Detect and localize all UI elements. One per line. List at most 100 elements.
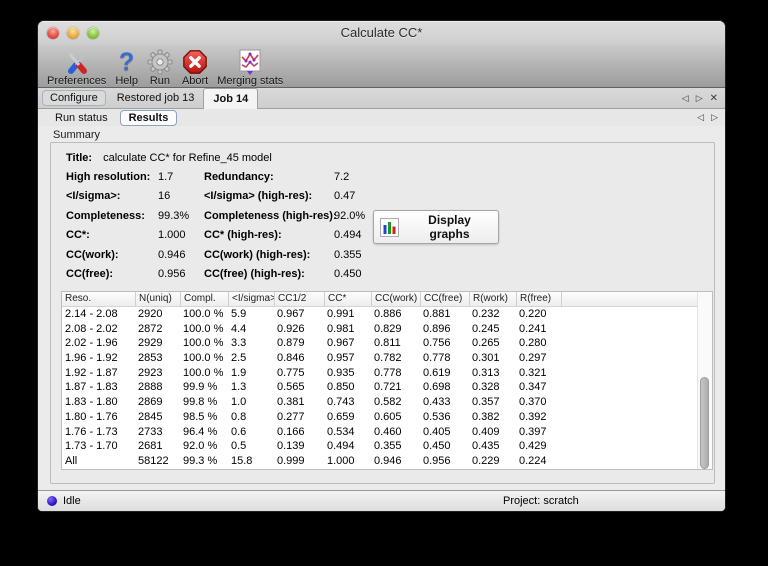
summary-label: Completeness: (66, 209, 145, 222)
column-header[interactable]: CC1/2 (274, 292, 324, 306)
table-cell: 1.73 - 1.70 (65, 440, 118, 453)
table-cell: 2733 (138, 425, 163, 438)
status-text: Idle (63, 495, 81, 507)
toolbar-item-label: Run (149, 75, 171, 87)
table-row[interactable]: 2.02 - 1.96 2929 100.0 % 3.3 0.879 0.967 0.811… (62, 336, 712, 351)
table-cell: 0.967 (277, 308, 305, 320)
summary-label: CC(work) (high-res): (204, 248, 311, 261)
column-header[interactable]: CC* (324, 292, 371, 306)
summary-value: 0.47 (334, 190, 356, 203)
zoom-window-button[interactable] (87, 27, 99, 39)
table-cell: 0.778 (423, 352, 451, 365)
scrollbar-thumb[interactable] (700, 377, 709, 469)
table-cell: 2872 (138, 322, 163, 335)
table-row[interactable]: 1.87 - 1.83 2888 99.9 % 1.3 0.565 0.850 0.721 0… (62, 380, 712, 395)
summary-label: CC(free): (66, 268, 114, 281)
table-cell: 0.382 (472, 410, 500, 423)
table-row[interactable]: 1.83 - 1.80 2869 99.8 % 1.0 0.381 0.743 0.582 0… (62, 395, 712, 410)
tab-scroll-right-icon[interactable]: ▷ (696, 93, 703, 103)
table-cell: 0.241 (519, 322, 547, 335)
table-row[interactable]: 1.76 - 1.73 2733 96.4 % 0.6 0.166 0.534 0.460 0… (62, 425, 712, 440)
table-cell: 1.000 (327, 454, 355, 467)
summary-grid: High resolution: 1.7 Redundancy: 7.2 <I/sigm… (66, 167, 365, 284)
table-cell: 2888 (138, 381, 163, 394)
table-cell: 0.935 (327, 366, 355, 379)
table-row[interactable]: 2.14 - 2.08 2920 100.0 % 5.9 0.967 0.991 0.886… (62, 307, 712, 322)
table-cell: 0.280 (519, 337, 547, 350)
table-cell: 0.956 (423, 454, 451, 467)
column-header[interactable]: Compl. (180, 292, 228, 306)
column-header[interactable]: CC(free) (420, 292, 469, 306)
close-window-button[interactable] (47, 27, 59, 39)
table-row[interactable]: 2.08 - 2.02 2872 100.0 % 4.4 0.926 0.981 0.829… (62, 322, 712, 337)
column-header[interactable]: R(work) (469, 292, 516, 306)
abort-button[interactable]: Abort (182, 48, 208, 87)
table-cell: 15.8 (231, 454, 253, 467)
result-tab-bar: Run status Results ◁ ▷ (38, 109, 725, 126)
table-cell: 100.0 % (183, 352, 224, 365)
table-cell: 2.02 - 1.96 (65, 337, 118, 350)
table-cell: 0.829 (374, 322, 402, 335)
table-cell: 1.9 (231, 366, 247, 379)
tab-scroll-left-icon[interactable]: ◁ (682, 93, 689, 103)
tab-close-icon[interactable]: ✕ (710, 93, 718, 103)
display-graphs-button[interactable]: Display graphs (373, 210, 499, 244)
table-row[interactable]: 1.92 - 1.87 2923 100.0 % 1.9 0.775 0.935 0.778… (62, 366, 712, 381)
status-dot-icon (47, 496, 57, 506)
merging-stats-button[interactable]: Merging stats (217, 48, 283, 87)
title-bar[interactable]: Calculate CC* (38, 21, 725, 44)
status-bar: Idle Project: scratch (38, 490, 725, 511)
summary-label: Redundancy: (204, 170, 274, 183)
column-header[interactable]: R(free) (516, 292, 561, 306)
table-cell: 92.0 % (183, 440, 218, 453)
statistics-table[interactable]: Reso. N(uniq) Compl. <I/sigma> CC1/2 CC* CC(wo… (61, 291, 713, 470)
tab-job-14[interactable]: Job 14 (203, 88, 259, 109)
table-cell: 0.879 (277, 337, 305, 350)
table-cell: 0.435 (472, 440, 500, 453)
table-cell: 0.811 (374, 337, 401, 350)
table-cell: 0.536 (423, 410, 451, 423)
help-button[interactable]: ? Help (115, 48, 138, 88)
table-cell: 0.347 (519, 381, 547, 394)
table-cell: 2.14 - 2.08 (65, 308, 118, 320)
toolbar: Preferences ? Help Run Abort Merging sta… (38, 44, 725, 90)
table-cell: 2.08 - 2.02 (65, 322, 118, 335)
summary-label: CC* (high-res): (204, 229, 282, 242)
summary-section-label: Summary (53, 129, 101, 141)
status-indicator: Idle (47, 491, 81, 511)
column-header[interactable]: <I/sigma> (228, 292, 274, 306)
tab-restored-job-13[interactable]: Restored job 13 (108, 88, 204, 108)
table-cell: 0.397 (519, 425, 547, 438)
tab-results[interactable]: Results (119, 109, 178, 126)
table-row[interactable]: All 58122 99.3 % 15.8 0.999 1.000 0.946 0.956 0.… (62, 454, 712, 469)
table-row[interactable]: 1.73 - 1.70 2681 92.0 % 0.5 0.139 0.494 0.355 0… (62, 439, 712, 454)
summary-value: 7.2 (334, 170, 350, 183)
summary-label: <I/sigma> (high-res): (204, 190, 313, 203)
table-cell: 2923 (138, 366, 163, 379)
column-header-filler (561, 292, 712, 306)
preferences-button[interactable]: Preferences (47, 48, 106, 87)
subtab-scroll-right-icon[interactable]: ▷ (711, 113, 718, 122)
table-row[interactable]: 1.80 - 1.76 2845 98.5 % 0.8 0.277 0.659 0.605 0… (62, 410, 712, 425)
table-cell: 0.775 (277, 366, 305, 379)
summary-value: 92.0% (334, 209, 366, 222)
table-cell: 0.224 (519, 454, 547, 467)
column-header[interactable]: CC(work) (371, 292, 420, 306)
table-cell: 0.166 (277, 425, 305, 438)
table-cell: 96.4 % (183, 425, 218, 438)
summary-value: 0.450 (334, 268, 362, 281)
table-scrollbar[interactable] (697, 292, 712, 469)
table-cell: 1.96 - 1.92 (65, 352, 118, 365)
minimize-window-button[interactable] (67, 27, 79, 39)
column-header[interactable]: Reso. (62, 292, 135, 306)
run-button[interactable]: Run (147, 48, 173, 87)
table-cell: 0.782 (374, 352, 402, 365)
column-header[interactable]: N(uniq) (135, 292, 180, 306)
table-row[interactable]: 1.96 - 1.92 2853 100.0 % 2.5 0.846 0.957 0.782… (62, 351, 712, 366)
summary-value: 0.494 (334, 229, 362, 242)
table-cell: 0.357 (472, 396, 500, 409)
tab-configure[interactable]: Configure (42, 90, 106, 106)
table-cell: 0.220 (519, 308, 547, 320)
subtab-scroll-left-icon[interactable]: ◁ (697, 113, 704, 122)
tab-run-status[interactable]: Run status (47, 112, 116, 124)
